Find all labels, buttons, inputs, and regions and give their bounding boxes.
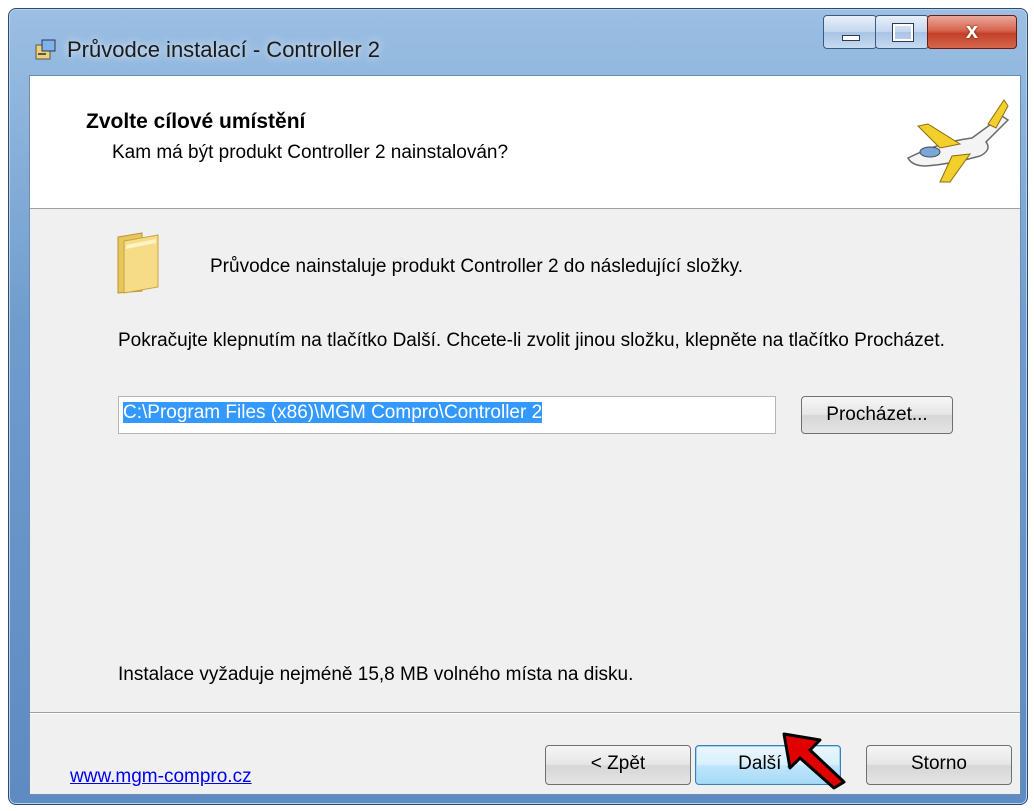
airplane-icon <box>906 99 1010 183</box>
close-button[interactable]: x <box>927 15 1017 49</box>
browse-button[interactable]: Procházet... <box>801 396 953 434</box>
website-link[interactable]: www.mgm-compro.cz <box>70 766 252 788</box>
install-path-value: C:\Program Files (x86)\MGM Compro\Contro… <box>123 402 543 423</box>
pointer-arrow-icon <box>782 732 846 790</box>
folder-icon <box>117 232 159 294</box>
destination-intro-text: Průvodce nainstaluje produkt Controller … <box>210 256 743 277</box>
maximize-button[interactable] <box>875 15 929 49</box>
maximize-icon <box>892 23 914 42</box>
disk-space-text: Instalace vyžaduje nejméně 15,8 MB volné… <box>118 664 634 685</box>
back-button[interactable]: < Zpět <box>545 745 691 785</box>
cancel-button[interactable]: Storno <box>866 745 1012 785</box>
page-title: Zvolte cílové umístění <box>86 110 306 133</box>
minimize-icon <box>842 35 860 41</box>
instructions-text: Pokračujte klepnutím na tlačítko Další. … <box>118 330 945 351</box>
title-bar[interactable]: Průvodce instalací - Controller 2 x <box>9 9 1027 75</box>
footer-separator <box>30 712 1020 714</box>
window-title: Průvodce instalací - Controller 2 <box>67 37 381 62</box>
page-subtitle: Kam má být produkt Controller 2 nainstal… <box>112 142 509 163</box>
minimize-button[interactable] <box>823 15 877 49</box>
wizard-header: Zvolte cílové umístění Kam má být produk… <box>30 76 1020 209</box>
install-path-input[interactable]: C:\Program Files (x86)\MGM Compro\Contro… <box>118 396 776 434</box>
close-icon: x <box>965 18 979 43</box>
installer-window: Průvodce instalací - Controller 2 x Zvol… <box>8 8 1028 805</box>
wizard-client-area: Zvolte cílové umístění Kam má být produk… <box>29 75 1021 795</box>
installer-app-icon <box>35 39 56 60</box>
